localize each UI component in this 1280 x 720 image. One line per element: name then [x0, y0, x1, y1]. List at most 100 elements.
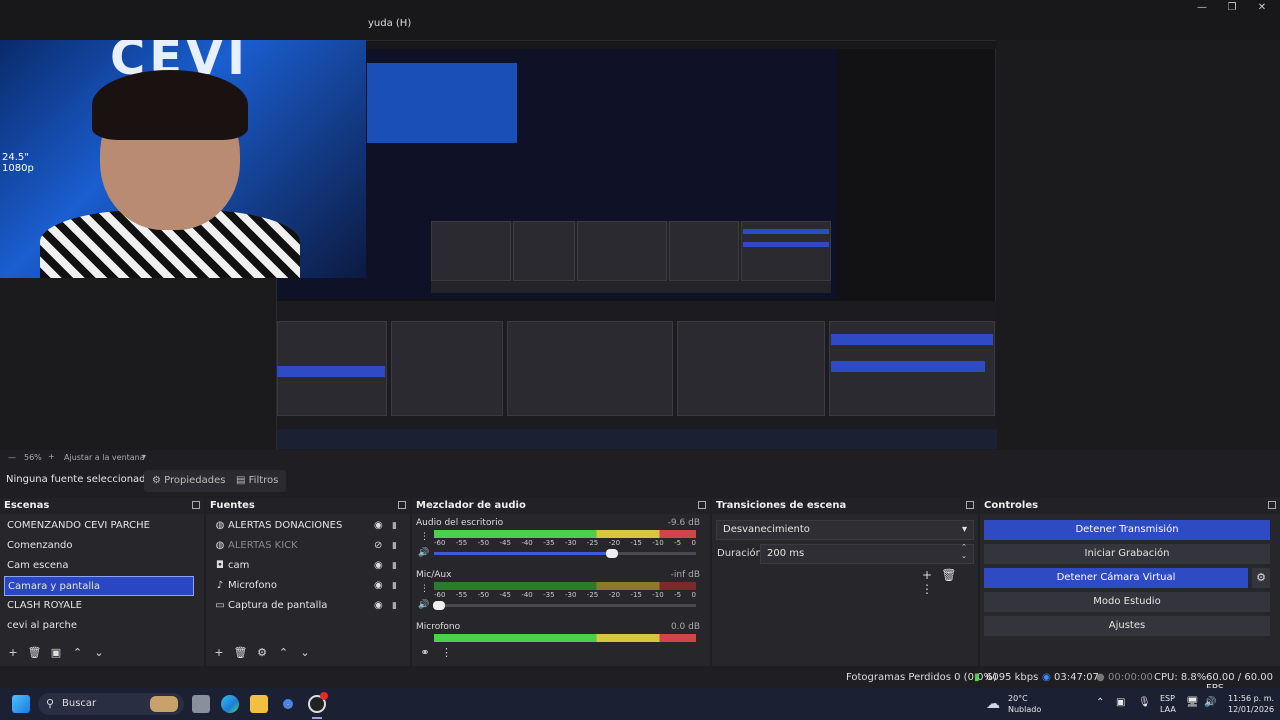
minimize-icon[interactable]: —: [1192, 2, 1212, 16]
source-item[interactable]: ◍ ALERTAS KICK ⊘ ▮: [206, 536, 406, 556]
eye-icon[interactable]: ◉: [374, 576, 386, 596]
zoom-out-icon[interactable]: —: [8, 453, 16, 462]
menu-dots-icon[interactable]: ⋮: [420, 584, 429, 594]
eye-icon[interactable]: ◉: [374, 516, 386, 536]
undock-icon[interactable]: [966, 501, 974, 509]
weather-temp: 20°C: [1008, 694, 1028, 703]
trash-icon[interactable]: 🗑: [26, 646, 44, 659]
trash-icon[interactable]: 🗑: [940, 568, 958, 582]
clock-date[interactable]: 12/01/2026: [1228, 705, 1274, 714]
microphone-icon[interactable]: 🎙: [1138, 697, 1151, 708]
lock-icon[interactable]: ▮: [392, 536, 402, 556]
menu-dots-icon[interactable]: ⋮: [420, 532, 429, 542]
filters-button[interactable]: ▤ Filtros: [228, 470, 287, 492]
link-icon[interactable]: ⚭: [416, 646, 434, 659]
properties-button[interactable]: ⚙ Propiedades: [144, 470, 234, 492]
transition-select[interactable]: Desvanecimiento ▾: [716, 520, 974, 540]
scene-item[interactable]: Comenzando: [4, 536, 194, 556]
scene-item[interactable]: CLASH ROYALE: [4, 596, 194, 616]
zoom-in-icon[interactable]: +: [48, 452, 55, 461]
source-item[interactable]: ◍ ALERTAS DONACIONES ◉ ▮: [206, 516, 406, 536]
clock-time[interactable]: 11:56 p. m.: [1228, 694, 1274, 703]
chevron-up-icon[interactable]: ⌃: [69, 646, 87, 659]
windows-start-icon[interactable]: [12, 695, 30, 713]
speaker-muted-icon[interactable]: 🔊: [418, 600, 429, 610]
level-meter: [434, 582, 696, 590]
stop-virtual-camera-button[interactable]: Detener Cámara Virtual: [984, 568, 1248, 588]
meter-ticks: -60 -55 -50 -45 -40 -35 -30 -25 -20 -15 -10 -5 0: [434, 539, 696, 547]
settings-button[interactable]: Ajustes: [984, 616, 1270, 636]
duration-field[interactable]: 200 ms ⌃ ⌄: [760, 543, 974, 564]
scene-item[interactable]: cevi al parche: [4, 616, 194, 636]
tick-label: -30: [564, 539, 577, 547]
chrome-icon[interactable]: [279, 695, 297, 713]
transition-toolbar: + 🗑 ⋮: [918, 568, 978, 596]
eye-icon[interactable]: ◉: [374, 596, 386, 616]
trash-icon[interactable]: 🗑: [232, 646, 250, 659]
chevron-down-icon[interactable]: ▾: [142, 452, 146, 461]
mixer-footer: ⚭ ⋮: [416, 646, 456, 660]
tick-label: 0: [691, 591, 696, 599]
lock-icon[interactable]: ▮: [392, 516, 402, 536]
start-recording-button[interactable]: Iniciar Grabación: [984, 544, 1270, 564]
scene-item[interactable]: Camara y pantalla: [4, 576, 194, 596]
duration-label: Duración: [717, 548, 763, 559]
maximize-icon[interactable]: ❐: [1222, 2, 1242, 16]
stop-stream-button[interactable]: Detener Transmisión: [984, 520, 1270, 540]
gear-icon[interactable]: ⚙: [253, 646, 271, 659]
filter-icon[interactable]: ▣: [47, 646, 65, 659]
chevron-up-icon[interactable]: ⌃: [275, 646, 293, 659]
volume-slider[interactable]: [433, 601, 696, 610]
channel-name: Audio del escritorio: [416, 518, 504, 528]
menu-help[interactable]: yuda (H): [368, 18, 411, 29]
source-item[interactable]: ◘ cam ◉ ▮: [206, 556, 406, 576]
chevron-down-icon[interactable]: ⌄: [90, 646, 108, 659]
edge-icon[interactable]: [221, 695, 239, 713]
undock-icon[interactable]: [698, 501, 706, 509]
scenes-dock: Escenas COMENZANDO CEVI PARCHE Comenzando…: [0, 498, 204, 666]
gear-icon[interactable]: ⚙: [1252, 568, 1270, 588]
undock-icon[interactable]: [398, 501, 406, 509]
file-explorer-icon[interactable]: [250, 695, 268, 713]
lock-icon[interactable]: ▮: [392, 556, 402, 576]
add-icon[interactable]: +: [918, 568, 936, 582]
add-icon[interactable]: +: [4, 646, 22, 659]
preview-canvas[interactable]: CEVI 24.5" 1080p: [0, 40, 1280, 451]
no-source-label: Ninguna fuente seleccionad: [6, 474, 146, 485]
microphone-icon: ♪: [216, 580, 224, 591]
speaker-icon[interactable]: 🔊: [418, 548, 429, 558]
volume-knob[interactable]: [606, 549, 619, 558]
mixer-title: Mezclador de audio: [412, 498, 710, 514]
taskbar-search[interactable]: ⚲ Buscar: [38, 693, 184, 715]
chevron-up-icon[interactable]: ⌃: [1096, 697, 1104, 708]
source-item[interactable]: ▭ Captura de pantalla ◉ ▮: [206, 596, 406, 616]
eye-icon[interactable]: ◉: [374, 556, 386, 576]
lock-icon[interactable]: ▮: [392, 596, 402, 616]
onedrive-icon[interactable]: ▣: [1116, 697, 1125, 708]
chevron-down-icon[interactable]: ⌄: [296, 646, 314, 659]
fit-window-label[interactable]: Ajustar a la ventana: [64, 453, 145, 462]
add-icon[interactable]: +: [210, 646, 228, 659]
transitions-title: Transiciones de escena: [712, 498, 978, 514]
network-icon[interactable]: 🖥: [1186, 697, 1199, 708]
language-secondary[interactable]: LAA: [1160, 705, 1176, 714]
volume-slider[interactable]: [434, 549, 696, 558]
scene-item[interactable]: COMENZANDO CEVI PARCHE: [4, 516, 194, 536]
task-view-icon[interactable]: [192, 695, 210, 713]
tick-label: -50: [477, 539, 490, 547]
source-item[interactable]: ♪ Microfono ◉ ▮: [206, 576, 406, 596]
menu-dots-icon[interactable]: ⋮: [918, 582, 936, 596]
undock-icon[interactable]: [192, 501, 200, 509]
stream-icon: ◉: [1042, 672, 1051, 683]
lock-icon[interactable]: ▮: [392, 576, 402, 596]
menu-dots-icon[interactable]: ⋮: [438, 646, 456, 659]
volume-icon[interactable]: 🔊: [1204, 697, 1216, 708]
volume-knob[interactable]: [433, 601, 446, 610]
scene-item[interactable]: Cam escena: [4, 556, 194, 576]
language-primary[interactable]: ESP: [1160, 694, 1175, 703]
undock-icon[interactable]: [1268, 501, 1276, 509]
sources-title: Fuentes: [206, 498, 410, 514]
eye-hidden-icon[interactable]: ⊘: [374, 536, 386, 556]
close-icon[interactable]: ✕: [1252, 2, 1272, 16]
studio-mode-button[interactable]: Modo Estudio: [984, 592, 1270, 612]
